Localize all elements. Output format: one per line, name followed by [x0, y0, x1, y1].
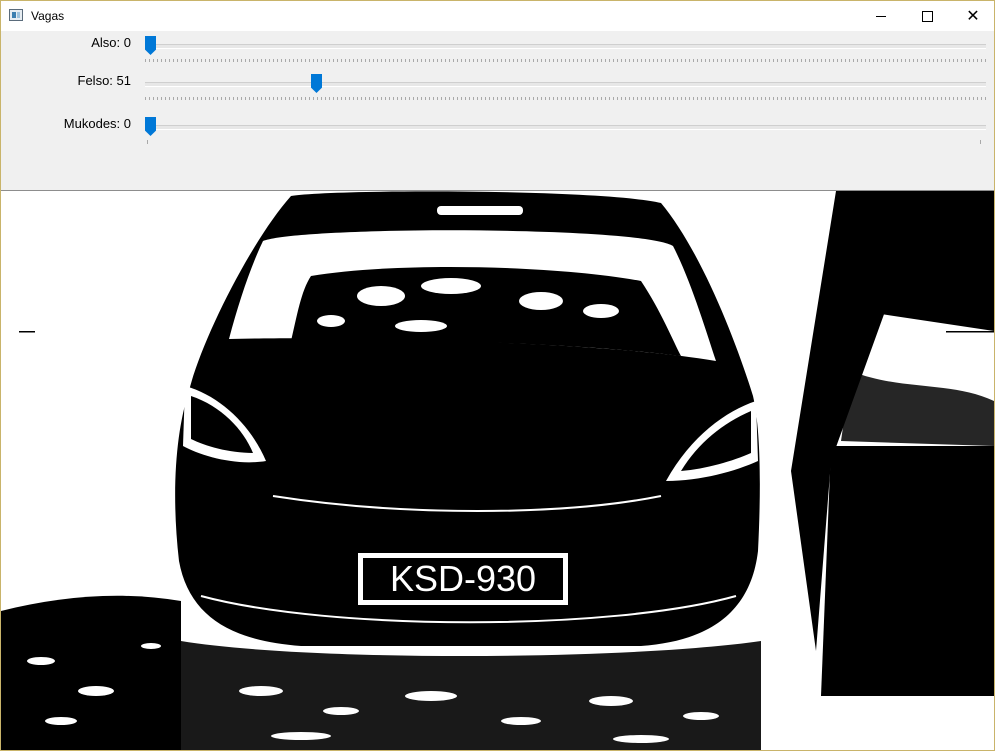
minimize-button[interactable] [858, 1, 904, 31]
trackbar-track-also[interactable] [145, 44, 986, 49]
brake-light [437, 206, 523, 215]
trackbar-thumb-mukodes[interactable] [145, 117, 156, 136]
close-button[interactable]: ✕ [950, 1, 994, 31]
threshold-image: KSD-930 [1, 191, 994, 750]
binary-car-image: KSD-930 [1, 191, 994, 750]
trackbar-thumb-felso[interactable] [311, 74, 322, 93]
wall-dark-right [821, 446, 994, 696]
right-edge-mark [946, 331, 994, 333]
trackbar-ticks-also [145, 59, 986, 62]
maximize-icon [921, 10, 933, 22]
trackbar-label-mukodes: Mukodes: 0 [63, 116, 131, 131]
trackbar-thumb-also[interactable] [145, 36, 156, 55]
title-bar[interactable]: Vagas ✕ [1, 1, 994, 31]
license-plate-text: KSD-930 [390, 558, 536, 599]
trackbar-ticks-felso [145, 97, 986, 100]
trackbar-panel: Also: 0 Felso: 51 Mukodes: 0 [1, 31, 994, 191]
minimize-icon [876, 15, 886, 17]
close-icon: ✕ [966, 6, 980, 25]
trackbar-tick-start-mukodes [147, 140, 148, 144]
maximize-button[interactable] [904, 1, 950, 31]
trackbar-tick-end-mukodes [980, 140, 981, 144]
ground-left [1, 595, 181, 750]
app-icon [9, 9, 23, 21]
opencv-window: Vagas ✕ Also: 0 Felso: 51 Mukodes: 0 KSD… [0, 0, 995, 751]
left-edge-mark [19, 331, 35, 333]
trackbar-label-felso: Felso: 51 [77, 73, 131, 88]
trackbar-label-also: Also: 0 [91, 35, 131, 50]
trackbar-track-mukodes[interactable] [145, 125, 986, 130]
trackbar-track-felso[interactable] [145, 82, 986, 87]
window-title: Vagas [31, 9, 65, 23]
